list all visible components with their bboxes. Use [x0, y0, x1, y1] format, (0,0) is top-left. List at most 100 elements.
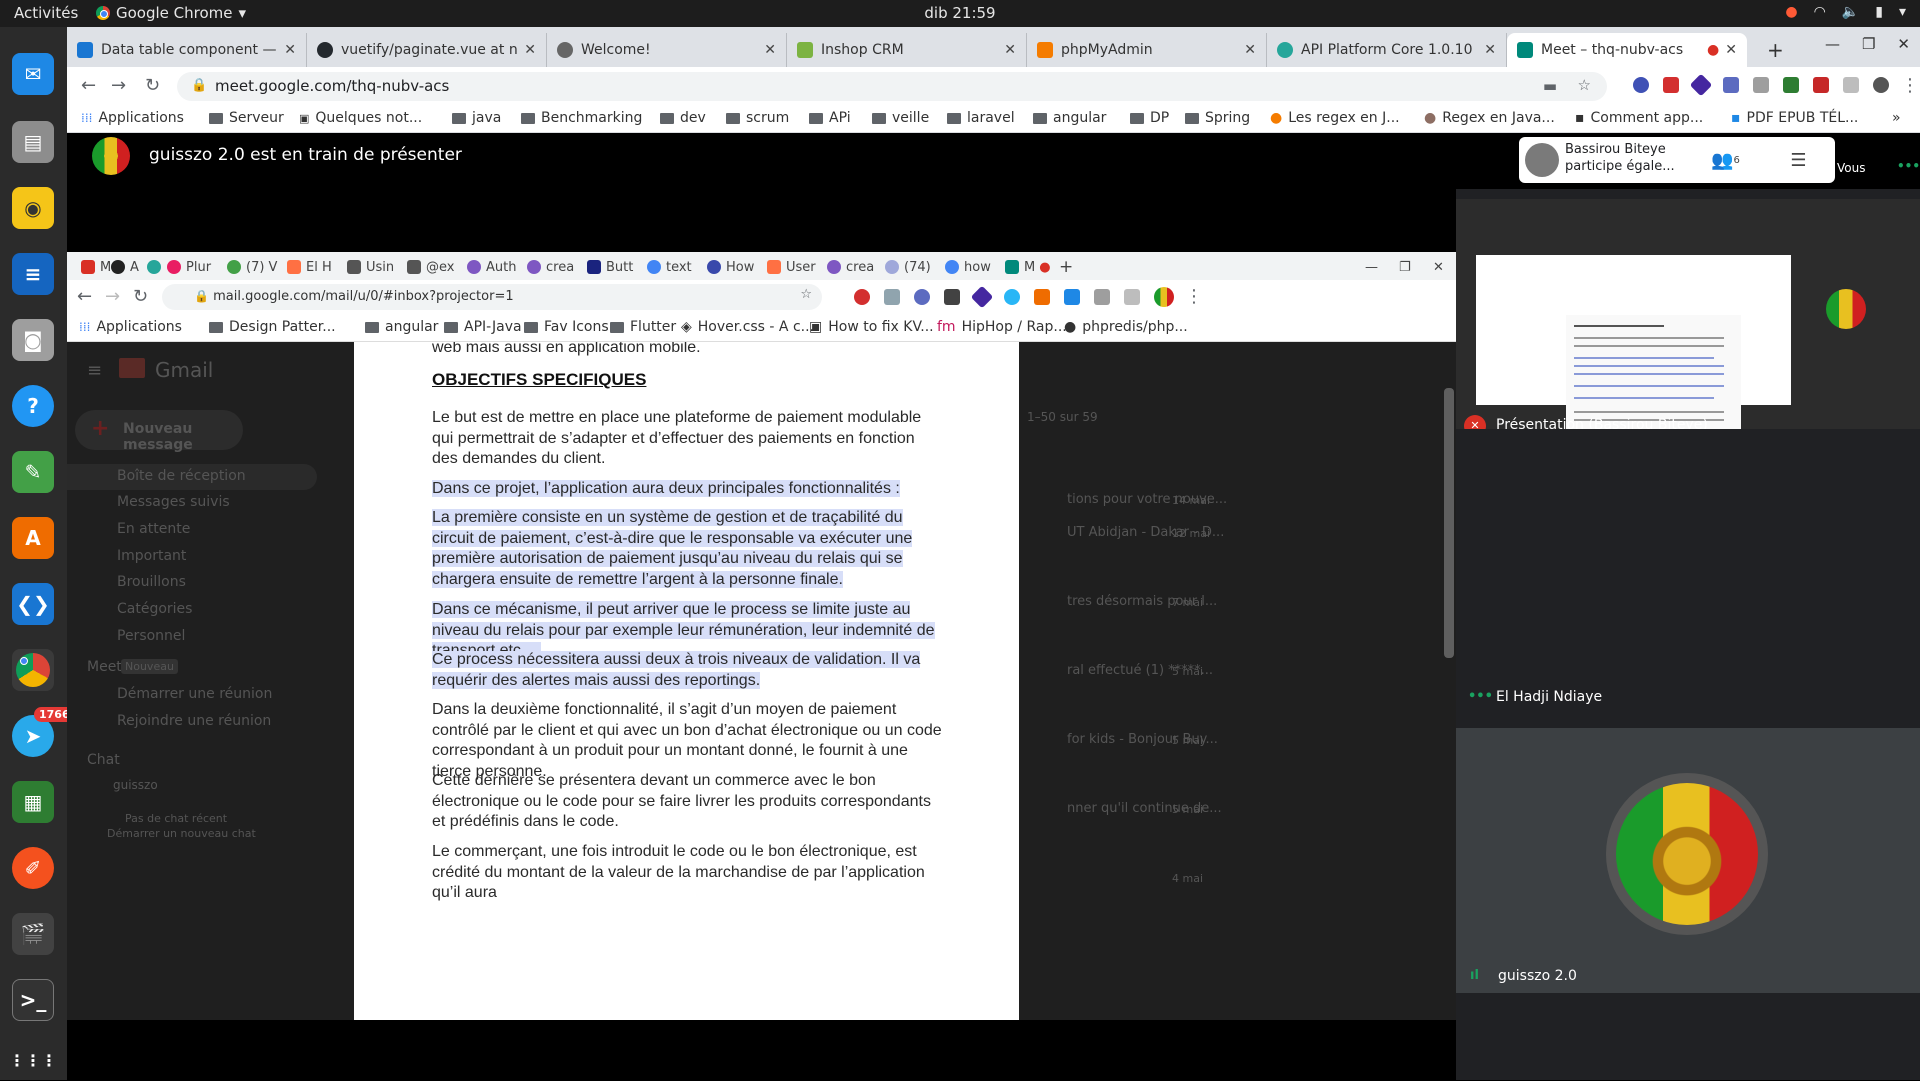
bookmark-apps[interactable]: ⁞⁞⁞ Applications [81, 110, 184, 126]
video-editor-icon[interactable]: 🎬 [12, 913, 54, 955]
camera-icon[interactable]: ▬ [1543, 77, 1557, 95]
extension-icon[interactable] [1633, 77, 1649, 93]
reload-icon[interactable]: ↻ [145, 75, 160, 96]
bookmark-label: Benchmarking [541, 110, 643, 126]
bookmark-folder[interactable]: java [452, 110, 501, 126]
extension-icon[interactable] [1663, 77, 1679, 93]
chevron-down-icon: ▾ [1898, 4, 1906, 20]
meet-item-label: Rejoindre une réunion [117, 713, 272, 729]
close-icon[interactable]: ✕ [764, 42, 776, 58]
chat-button[interactable]: ☰ [1762, 137, 1835, 183]
kebab-menu-icon[interactable]: ⋮ [1901, 75, 1919, 96]
files-icon[interactable]: ▤ [12, 121, 54, 163]
bookmark-folder[interactable]: DP [1130, 110, 1169, 126]
thunderbird-icon[interactable]: ✉ [12, 53, 54, 95]
shared-tab-title: text [666, 259, 692, 275]
camera-icon[interactable]: ◙ [12, 319, 54, 361]
software-center-icon[interactable]: A [12, 517, 54, 559]
participant-toast[interactable]: Bassirou Biteye participe égale... [1519, 137, 1689, 183]
extension-icon[interactable] [1753, 77, 1769, 93]
phpmyadmin-icon [1037, 42, 1053, 58]
highlighted-text: Dans ce projet, l’application aura deux … [432, 480, 900, 497]
tab-active-meet[interactable]: Meet – thq-nubv-acs ● ✕ [1507, 33, 1747, 67]
app-grid-icon[interactable]: ⋮⋮⋮ [9, 1039, 57, 1081]
tab[interactable]: phpMyAdmin ✕ [1027, 33, 1267, 67]
bookmark-item[interactable]: ● Les regex en J... [1270, 110, 1400, 126]
bookmark-item[interactable]: ▪ Comment app... [1575, 110, 1703, 126]
tab[interactable]: Inshop CRM ✕ [787, 33, 1027, 67]
help-icon[interactable]: ? [12, 385, 54, 427]
presentation-tile[interactable]: ✕ Présentation (Bassirou Biteye) [1456, 199, 1920, 429]
tab[interactable]: Data table component — ✕ [67, 33, 307, 67]
bookmark-folder[interactable]: Benchmarking [521, 110, 642, 126]
terminal-icon[interactable]: >_ [12, 979, 54, 1021]
profile-avatar [1154, 287, 1174, 307]
extension-icon[interactable] [1783, 77, 1799, 93]
close-icon[interactable]: ✕ [1725, 42, 1737, 58]
bookmark-folder[interactable]: APi [809, 110, 851, 126]
extension-icon [1064, 289, 1080, 305]
bookmark-label: PDF EPUB TÉL... [1746, 110, 1859, 126]
vscode-icon[interactable]: ❮❯ [12, 583, 54, 625]
system-tray[interactable]: ● ◠ 🔈 ▮ ▾ [1785, 4, 1906, 20]
close-icon: ✕ [1433, 259, 1444, 275]
bookmark-folder[interactable]: veille [872, 110, 929, 126]
bookmark-item[interactable]: ▪ PDF EPUB TÉL... [1731, 110, 1858, 126]
tab[interactable]: API Platform Core 1.0.10 ✕ [1267, 33, 1507, 67]
bookmark-folder[interactable]: dev [660, 110, 706, 126]
bookmark-label: API-Java [464, 319, 522, 335]
bookmark-folder[interactable]: Spring [1185, 110, 1250, 126]
close-icon[interactable]: ✕ [284, 42, 296, 58]
notification-icon[interactable]: ● [1785, 4, 1797, 20]
shared-tab: crea [527, 257, 574, 277]
tab[interactable]: Welcome! ✕ [547, 33, 787, 67]
profile-avatar[interactable] [1873, 77, 1889, 93]
people-button[interactable]: 👥 6 [1689, 137, 1762, 183]
star-icon[interactable]: ☆ [1578, 76, 1591, 94]
bookmark-folder[interactable]: Serveur [209, 110, 284, 126]
participant-name: guisszo 2.0 [1498, 968, 1577, 984]
bookmark-folder: angular [365, 319, 438, 335]
extension-icon[interactable] [1723, 77, 1739, 93]
bookmark-folder[interactable]: scrum [726, 110, 789, 126]
bookmark-item[interactable]: ▣ Quelques not... [299, 110, 422, 126]
bookmark-label: How to fix KV... [828, 319, 934, 335]
telegram-icon[interactable]: ➤ 1766 [12, 707, 75, 757]
nav-item-label: Messages suivis [117, 494, 230, 510]
bookmark-folder[interactable]: laravel [947, 110, 1015, 126]
extension-icon[interactable] [1689, 73, 1713, 97]
extension-icon[interactable] [1843, 77, 1859, 93]
minimize-icon[interactable]: — [1825, 35, 1840, 53]
new-tab-button[interactable]: + [1757, 33, 1797, 67]
calc-icon[interactable]: ▦ [12, 781, 54, 823]
preview-line [1574, 337, 1724, 339]
tab[interactable]: vuetify/paginate.vue at n ✕ [307, 33, 547, 67]
participant-tile[interactable]: ıl guisszo 2.0 [1456, 728, 1920, 993]
nav-item-label: Catégories [117, 601, 193, 617]
shared-tab: (74) [885, 257, 931, 277]
maximize-icon[interactable]: ❐ [1862, 35, 1875, 53]
screenshot-icon[interactable]: ✎ [12, 451, 54, 493]
close-icon[interactable]: ✕ [1004, 42, 1016, 58]
close-icon[interactable]: ✕ [1484, 42, 1496, 58]
writer-icon[interactable]: ≡ [12, 253, 54, 295]
back-icon[interactable]: ← [81, 75, 96, 96]
hover-css-icon: ◈ [681, 319, 692, 335]
maximize-icon: ❐ [1399, 259, 1411, 275]
extension-icon[interactable] [1813, 77, 1829, 93]
bookmark-folder[interactable]: angular [1033, 110, 1106, 126]
bookmark-item[interactable]: ● Regex en Java... [1424, 110, 1555, 126]
participant-panel: ✕ Présentation (Bassirou Biteye) ••• El … [1456, 189, 1920, 1080]
back-icon: ← [77, 286, 93, 307]
address-bar[interactable]: 🔒 meet.google.com/thq-nubv-acs ▬ ☆ [177, 72, 1607, 101]
postman-icon[interactable]: ✐ [12, 847, 54, 889]
nav-item-label: Important [117, 548, 187, 564]
clock[interactable]: dib 21:59 [0, 4, 1920, 22]
close-icon[interactable]: ✕ [524, 42, 536, 58]
more-bookmarks-icon[interactable]: » [1892, 110, 1901, 126]
close-icon[interactable]: ✕ [1244, 42, 1256, 58]
rhythmbox-icon[interactable]: ◉ [12, 187, 54, 229]
chrome-dock-icon[interactable] [12, 649, 54, 691]
close-window-icon[interactable]: ✕ [1897, 35, 1910, 53]
forward-icon[interactable]: → [111, 75, 126, 96]
